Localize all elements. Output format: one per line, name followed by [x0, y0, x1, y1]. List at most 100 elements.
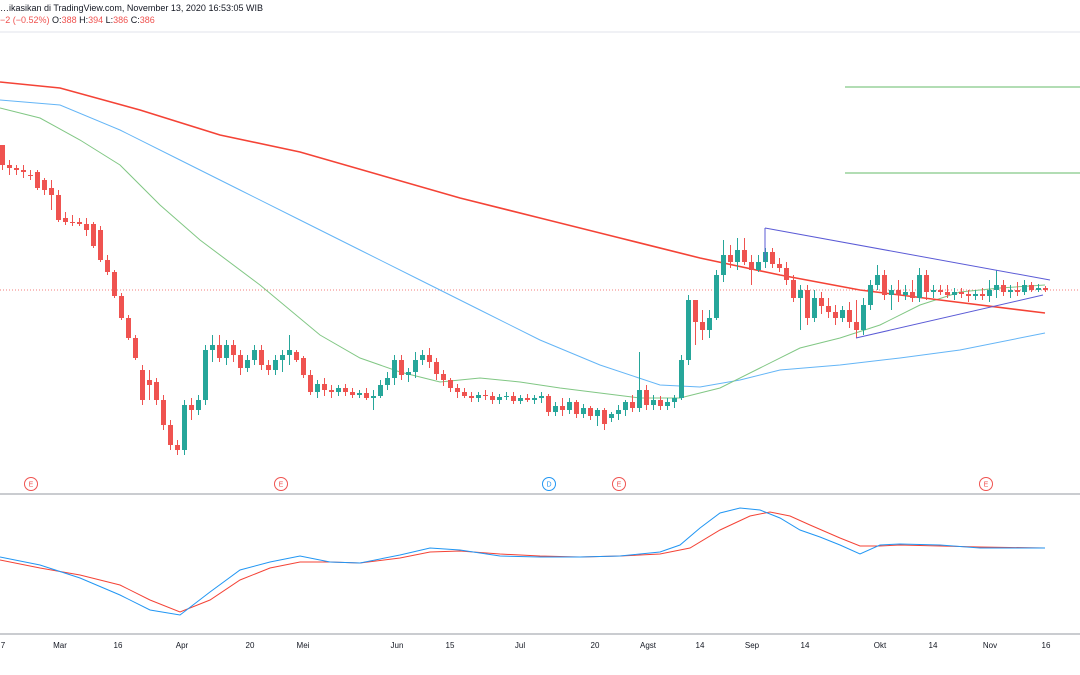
- candle: [602, 408, 607, 430]
- candle: [441, 370, 446, 386]
- candle-body: [14, 168, 19, 170]
- candle-body: [679, 360, 684, 398]
- candle: [266, 360, 271, 375]
- candle: [385, 372, 390, 390]
- candle-body: [350, 392, 355, 395]
- candle-body: [840, 310, 845, 318]
- target-lines[interactable]: [845, 86, 1080, 174]
- candle: [840, 306, 845, 322]
- candle: [245, 355, 250, 372]
- candle-body: [413, 360, 418, 372]
- dividend-marker[interactable]: D: [542, 477, 556, 491]
- candle-body: [427, 355, 432, 362]
- candle: [224, 340, 229, 365]
- candle: [91, 222, 96, 248]
- candle-body: [1001, 285, 1006, 292]
- x-tick-label: Jun: [391, 641, 404, 650]
- candle-body: [154, 382, 159, 400]
- candle: [511, 392, 516, 404]
- candle: [1001, 280, 1006, 296]
- candle: [581, 404, 586, 418]
- candle-body: [203, 350, 208, 400]
- candle-body: [784, 268, 789, 280]
- candle: [665, 398, 670, 410]
- candle-body: [224, 345, 229, 358]
- candle-body: [49, 188, 54, 195]
- candle: [623, 400, 628, 416]
- candle-body: [343, 388, 348, 392]
- candle-body: [798, 290, 803, 298]
- candle-body: [868, 285, 873, 305]
- candle-body: [511, 396, 516, 401]
- candle-body: [595, 410, 600, 416]
- candle: [868, 280, 873, 310]
- candle: [483, 390, 488, 400]
- event-label: E: [617, 482, 622, 489]
- candle-body: [35, 172, 40, 188]
- candle: [637, 352, 642, 412]
- candle: [364, 388, 369, 400]
- candle-body: [196, 400, 201, 410]
- candle: [147, 370, 152, 400]
- candle: [560, 398, 565, 416]
- candle-body: [238, 355, 243, 368]
- candle: [420, 350, 425, 365]
- candle: [861, 298, 866, 335]
- candle-body: [588, 408, 593, 416]
- earnings-marker[interactable]: E: [274, 477, 288, 491]
- candle: [903, 285, 908, 300]
- candle: [567, 398, 572, 414]
- candle: [21, 165, 26, 178]
- candle: [469, 392, 474, 402]
- candle-body: [910, 292, 915, 298]
- candle: [462, 388, 467, 398]
- earnings-marker[interactable]: E: [979, 477, 993, 491]
- candle: [770, 248, 775, 268]
- candle-body: [98, 230, 103, 260]
- candle-body: [70, 222, 75, 223]
- candle: [154, 378, 159, 405]
- candle: [98, 226, 103, 262]
- candle-body: [1043, 288, 1048, 290]
- candle-body: [735, 250, 740, 262]
- candle: [595, 408, 600, 426]
- candle-body: [777, 264, 782, 268]
- candle-body: [469, 396, 474, 398]
- candle-body: [574, 402, 579, 414]
- candle: [28, 170, 33, 180]
- candle-body: [1036, 288, 1041, 290]
- candle-body: [1022, 285, 1027, 292]
- candle-body: [581, 408, 586, 414]
- candle-body: [973, 294, 978, 296]
- candle: [1029, 282, 1034, 292]
- candle-body: [966, 294, 971, 296]
- candle: [350, 388, 355, 398]
- price-chart[interactable]: E E D E E 7 Mar 16 Apr 20 Mei Jun 15 Jul 20 Agst 14 Sep 1…: [0, 0, 1080, 675]
- candle: [875, 265, 880, 290]
- candle-body: [294, 352, 299, 360]
- candle: [490, 392, 495, 404]
- candle-body: [602, 410, 607, 424]
- candle-body: [532, 398, 537, 400]
- event-markers[interactable]: EEDEE: [24, 477, 993, 491]
- candle: [553, 402, 558, 416]
- candle-body: [749, 262, 754, 270]
- candle: [399, 355, 404, 380]
- candle: [175, 440, 180, 455]
- earnings-marker[interactable]: E: [24, 477, 38, 491]
- candle-body: [672, 398, 677, 402]
- candle: [896, 280, 901, 302]
- earnings-marker[interactable]: E: [612, 477, 626, 491]
- candle-body: [329, 390, 334, 392]
- candle-body: [441, 374, 446, 380]
- candle-body: [133, 338, 138, 358]
- candle: [434, 358, 439, 380]
- candle: [133, 335, 138, 360]
- candle: [336, 385, 341, 396]
- candle-body: [42, 180, 47, 190]
- candle-body: [119, 296, 124, 318]
- candle-body: [938, 290, 943, 292]
- candle: [476, 392, 481, 402]
- candle: [161, 395, 166, 430]
- x-tick-label: 16: [1042, 641, 1051, 650]
